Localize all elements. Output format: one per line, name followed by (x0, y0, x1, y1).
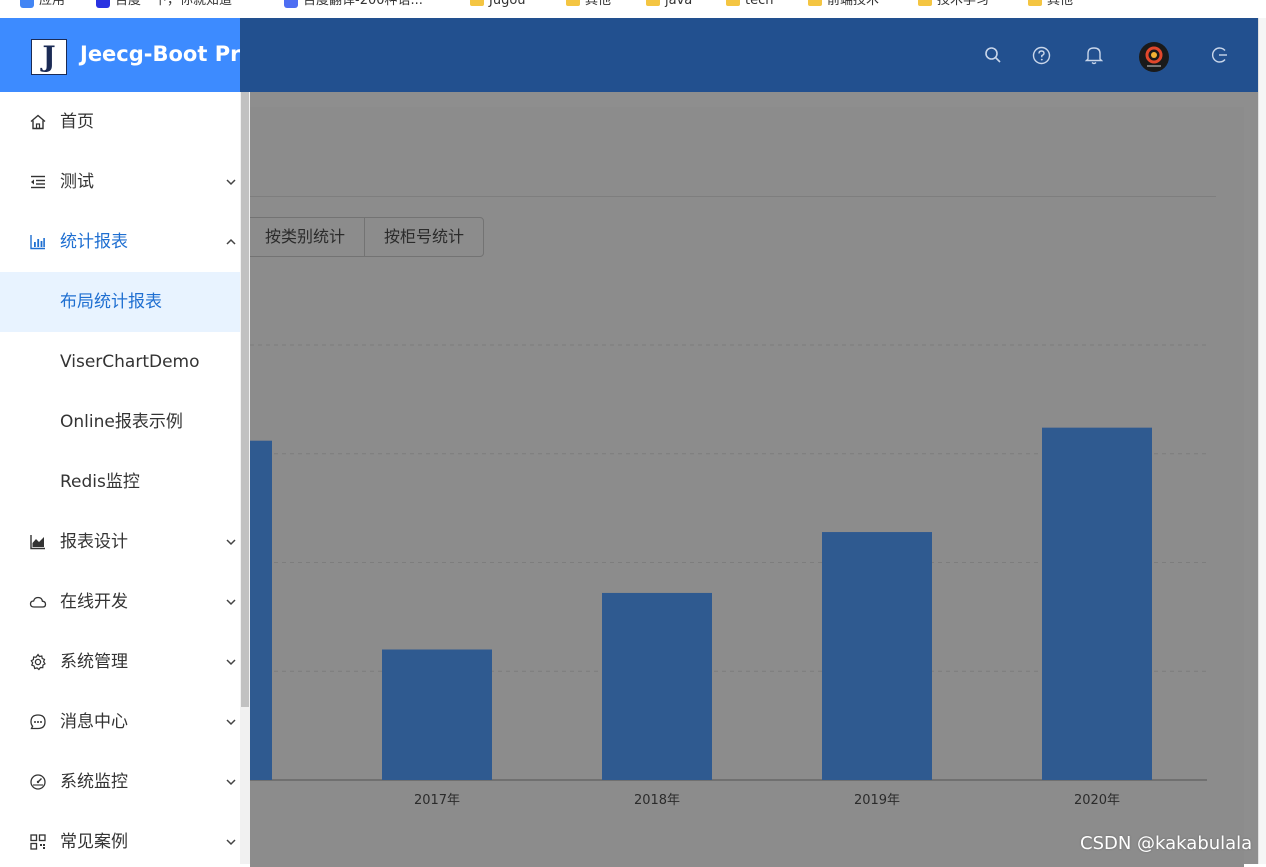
qrcode-icon (30, 834, 46, 850)
sidebar-item-layout-report[interactable]: 布局统计报表 (0, 272, 240, 332)
sidebar-item-system-manage[interactable]: 系统管理 (0, 632, 240, 692)
x-tick-label: 2020年 (1074, 793, 1120, 808)
gear-icon (30, 653, 46, 671)
sidebar-item-home[interactable]: 首页 (0, 92, 240, 152)
watermark: CSDN @kakabulala (1080, 833, 1253, 854)
sidebar-item-viser-chart-demo[interactable]: ViserChartDemo (0, 332, 240, 392)
fanyi-icon (284, 0, 298, 8)
chevron-down-icon (226, 659, 236, 666)
window-right-edge (1258, 18, 1266, 864)
bookmark-apps[interactable]: 应用 (20, 0, 65, 10)
logout-icon[interactable] (1207, 42, 1233, 68)
chevron-down-icon (226, 839, 236, 846)
x-tick-label: 2018年 (634, 793, 680, 808)
home-icon (30, 114, 46, 130)
sidebar-item-report-design[interactable]: 报表设计 (0, 512, 240, 572)
sidebar-item-online-report[interactable]: Online报表示例 (0, 392, 240, 452)
sidebar: J Jeecg-Boot Pro 首页 测试 统计报表 布局统计报表 Viser… (0, 18, 240, 864)
browser-bookmarks-bar: 应用 百度一下，你就知道 百度翻译-200种语... Jugou 其他 java… (0, 0, 1266, 19)
dashboard-icon (30, 774, 46, 790)
folder-icon (470, 0, 484, 6)
bookmark-folder[interactable]: tech (726, 0, 773, 10)
chart-bar[interactable] (822, 532, 932, 780)
chevron-down-icon (226, 599, 236, 606)
app-logo[interactable]: J (31, 39, 67, 75)
sidebar-item-test[interactable]: 测试 (0, 152, 240, 212)
sidebar-item-system-monitor[interactable]: 系统监控 (0, 752, 240, 812)
chart-bar[interactable] (1042, 427, 1152, 780)
search-icon[interactable] (980, 42, 1006, 68)
bookmark-folder[interactable]: 其他 (566, 0, 611, 10)
chevron-up-icon (226, 238, 236, 245)
area-chart-icon (30, 535, 45, 550)
bookmark-folder[interactable]: 前端技术 (808, 0, 879, 10)
bookmark-folder[interactable]: 其他 (1028, 0, 1073, 10)
folder-icon (726, 0, 740, 6)
bookmark-baidu[interactable]: 百度一下，你就知道 (96, 0, 232, 10)
chevron-down-icon (226, 719, 236, 726)
folder-icon (918, 0, 932, 6)
folder-icon (566, 0, 580, 6)
x-tick-label: 2017年 (414, 793, 460, 808)
bell-icon[interactable] (1081, 42, 1107, 68)
cloud-icon (29, 596, 47, 608)
x-tick-label: 2019年 (854, 793, 900, 808)
bookmark-folder[interactable]: 技术学习 (918, 0, 989, 10)
menu-fold-icon (31, 175, 45, 189)
bar-chart-icon (30, 235, 45, 250)
message-icon (30, 714, 46, 730)
chart-bar[interactable] (382, 649, 492, 781)
help-icon[interactable] (1028, 42, 1054, 68)
sidebar-item-stat-report[interactable]: 统计报表 (0, 212, 240, 272)
logo-bar: J Jeecg-Boot Pro (0, 18, 240, 92)
avatar[interactable] (1139, 42, 1169, 72)
sidebar-item-redis-monitor[interactable]: Redis监控 (0, 452, 240, 512)
sidebar-item-cases[interactable]: 常见案例 (0, 812, 240, 864)
apps-icon (20, 0, 34, 8)
folder-icon (808, 0, 822, 6)
app-title: Jeecg-Boot Pro (80, 42, 240, 66)
bookmark-folder[interactable]: Jugou (470, 0, 526, 10)
bookmark-folder[interactable]: java (646, 0, 692, 10)
sidebar-scrollbar[interactable] (240, 92, 250, 864)
chevron-down-icon (226, 779, 236, 786)
chevron-down-icon (226, 539, 236, 546)
sidebar-item-online-dev[interactable]: 在线开发 (0, 572, 240, 632)
baidu-icon (96, 0, 110, 8)
folder-icon (1028, 0, 1042, 6)
chevron-down-icon (226, 179, 236, 186)
folder-icon (646, 0, 660, 6)
chart-bar[interactable] (602, 592, 712, 780)
bookmark-fanyi[interactable]: 百度翻译-200种语... (284, 0, 423, 10)
sidebar-item-message-center[interactable]: 消息中心 (0, 692, 240, 752)
sidebar-scroll-thumb[interactable] (241, 92, 249, 707)
sidebar-menu: 首页 测试 统计报表 布局统计报表 ViserChartDemo Online报… (0, 92, 240, 864)
